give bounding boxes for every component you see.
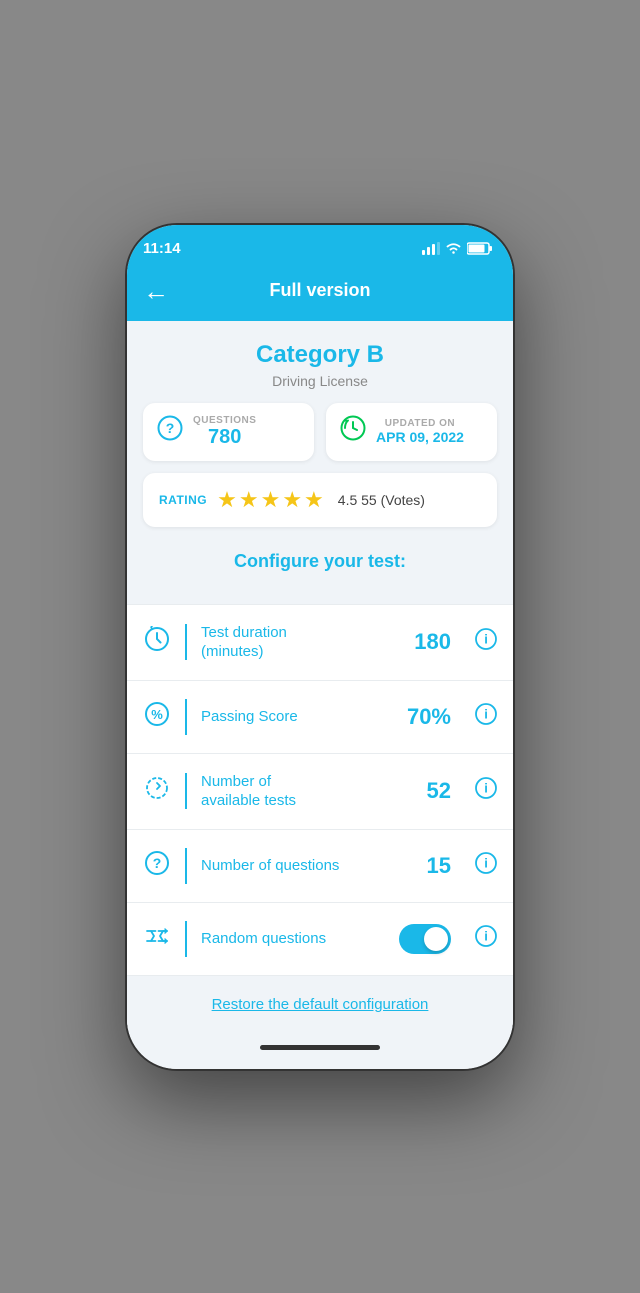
divider-2 (185, 699, 187, 735)
top-card: Category B Driving License ? QUESTIONS 7… (127, 321, 513, 604)
num-questions-value: 15 (427, 853, 451, 879)
updated-card: UPDATED ON APR 09, 2022 (326, 403, 497, 461)
svg-text:?: ? (153, 855, 162, 871)
star-1: ★ (217, 487, 237, 513)
questions-value: 780 (193, 426, 256, 449)
configure-title: Configure your test: (143, 543, 497, 588)
available-tests-info-icon[interactable]: i (475, 777, 497, 805)
clock-icon (143, 626, 171, 658)
category-title: Category B (143, 341, 497, 369)
num-questions-label: Number of questions (201, 856, 413, 876)
questions-card: ? QUESTIONS 780 (143, 403, 314, 461)
svg-text:%: % (151, 707, 163, 722)
star-5: ★ (304, 487, 324, 513)
refresh-icon (143, 775, 171, 807)
percent-icon: % (143, 701, 171, 733)
passing-score-info-icon[interactable]: i (475, 703, 497, 731)
stars: ★ ★ ★ ★ ★ (217, 487, 324, 513)
questions-label: QUESTIONS (193, 415, 256, 426)
divider-5 (185, 921, 187, 957)
divider-3 (185, 773, 187, 809)
phone-frame: 11:14 ← Full versio (125, 223, 515, 1071)
updated-label: UPDATED ON (376, 418, 464, 429)
rating-label: RATING (159, 493, 207, 507)
passing-score-value: 70% (407, 704, 451, 730)
random-questions-info-icon[interactable]: i (475, 925, 497, 953)
questions-info: QUESTIONS 780 (193, 415, 256, 449)
home-bar (260, 1045, 380, 1050)
updated-icon (340, 415, 366, 448)
config-item-test-duration: Test duration(minutes) 180 i (127, 605, 513, 681)
star-3: ★ (261, 487, 281, 513)
num-questions-info-icon[interactable]: i (475, 852, 497, 880)
status-time: 11:14 (143, 240, 181, 257)
wifi-icon (445, 242, 462, 255)
rating-text: 4.5 55 (Votes) (338, 492, 425, 508)
home-indicator (127, 1034, 513, 1062)
svg-text:i: i (484, 928, 488, 943)
test-duration-info-icon[interactable]: i (475, 628, 497, 656)
config-item-passing-score: % Passing Score 70% i (127, 681, 513, 754)
svg-text:i: i (484, 781, 488, 796)
config-item-num-questions: ? Number of questions 15 i (127, 830, 513, 903)
back-button[interactable]: ← (143, 278, 169, 304)
app-header: ← Full version (127, 269, 513, 321)
stats-row: ? QUESTIONS 780 (143, 403, 497, 461)
toggle-track (399, 924, 451, 954)
status-icons (422, 242, 493, 255)
divider-4 (185, 848, 187, 884)
main-content: Category B Driving License ? QUESTIONS 7… (127, 321, 513, 1069)
signal-icon (422, 242, 440, 255)
shuffle-icon (143, 923, 171, 955)
rating-card: RATING ★ ★ ★ ★ ★ 4.5 55 (Votes) (143, 473, 497, 527)
svg-text:i: i (484, 706, 488, 721)
toggle-thumb (424, 927, 448, 951)
star-2: ★ (239, 487, 259, 513)
random-questions-label: Random questions (201, 929, 385, 949)
config-list: Test duration(minutes) 180 i % (127, 604, 513, 976)
header-title: Full version (269, 280, 370, 301)
category-subtitle: Driving License (143, 373, 497, 389)
restore-link[interactable]: Restore the default configuration (212, 996, 429, 1013)
available-tests-label: Number ofavailable tests (201, 772, 413, 811)
questions-icon: ? (157, 415, 183, 448)
battery-icon (467, 242, 493, 255)
status-bar: 11:14 (127, 225, 513, 269)
question-icon: ? (143, 850, 171, 882)
available-tests-value: 52 (427, 778, 451, 804)
updated-info: UPDATED ON APR 09, 2022 (376, 418, 464, 445)
config-item-random-questions: Random questions i (127, 903, 513, 976)
test-duration-label: Test duration(minutes) (201, 623, 400, 662)
divider-1 (185, 624, 187, 660)
restore-section: Restore the default configuration (127, 976, 513, 1034)
svg-text:i: i (484, 632, 488, 647)
star-4: ★ (282, 487, 302, 513)
test-duration-value: 180 (414, 629, 451, 655)
passing-score-label: Passing Score (201, 707, 393, 727)
random-questions-toggle[interactable] (399, 924, 451, 954)
svg-text:?: ? (166, 420, 175, 436)
svg-text:i: i (484, 855, 488, 870)
config-item-available-tests: Number ofavailable tests 52 i (127, 754, 513, 830)
updated-value: APR 09, 2022 (376, 429, 464, 445)
